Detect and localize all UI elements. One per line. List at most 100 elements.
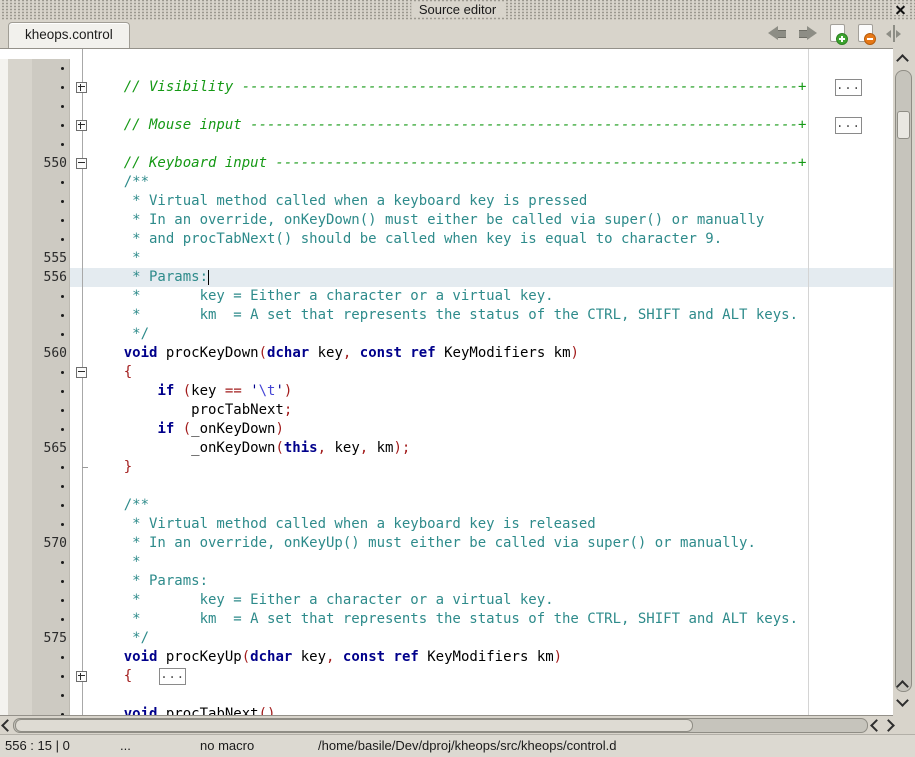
horizontal-scrollbar[interactable] — [0, 717, 915, 733]
editor-row[interactable] — [0, 59, 893, 78]
fold-expand-icon[interactable] — [76, 82, 87, 93]
collapsed-block-icon[interactable]: ... — [835, 79, 862, 96]
code-line[interactable]: */ — [90, 629, 893, 648]
editor-row[interactable]: /** — [0, 173, 893, 192]
editor-row[interactable]: // Visibility --------------------------… — [0, 78, 893, 97]
code-line[interactable]: * — [90, 553, 893, 572]
editor-row[interactable] — [0, 686, 893, 705]
code-line[interactable] — [90, 59, 893, 78]
code-line[interactable]: void procKeyDown(dchar key, const ref Ke… — [90, 344, 893, 363]
scroll-left-icon[interactable] — [1, 719, 14, 732]
editor-row[interactable]: { — [0, 363, 893, 382]
editor-row[interactable]: // Mouse input -------------------------… — [0, 116, 893, 135]
editor-row[interactable]: * km = A set that represents the status … — [0, 610, 893, 629]
fold-expand-icon[interactable] — [76, 671, 87, 682]
editor-row[interactable]: 550 // Keyboard input ------------------… — [0, 154, 893, 173]
editor-row[interactable] — [0, 135, 893, 154]
code-line[interactable]: // Mouse input -------------------------… — [90, 116, 893, 135]
detach-document-icon[interactable] — [886, 25, 901, 42]
code-line[interactable]: // Keyboard input ----------------------… — [90, 154, 893, 173]
scroll-down-icon[interactable] — [896, 694, 909, 707]
code-line[interactable]: * and procTabNext() should be called whe… — [90, 230, 893, 249]
code-editor[interactable]: // Visibility --------------------------… — [0, 48, 893, 716]
code-line[interactable]: // Visibility --------------------------… — [90, 78, 893, 97]
editor-row[interactable]: * Virtual method called when a keyboard … — [0, 515, 893, 534]
scroll-right-icon[interactable] — [882, 719, 895, 732]
code-line[interactable]: * In an override, onKeyDown() must eithe… — [90, 211, 893, 230]
code-line[interactable]: * km = A set that represents the status … — [90, 610, 893, 629]
code-line[interactable]: * km = A set that represents the status … — [90, 306, 893, 325]
code-line[interactable]: void procTabNext() — [90, 705, 893, 716]
editor-row[interactable]: void procKeyUp(dchar key, const ref KeyM… — [0, 648, 893, 667]
collapsed-block-icon[interactable]: ... — [159, 668, 186, 685]
editor-row[interactable]: /** — [0, 496, 893, 515]
scroll-up-icon[interactable] — [896, 54, 909, 67]
editor-row[interactable]: * In an override, onKeyDown() must eithe… — [0, 211, 893, 230]
code-line[interactable]: * key = Either a character or a virtual … — [90, 591, 893, 610]
code-line[interactable]: /** — [90, 496, 893, 515]
horizontal-scroll-track[interactable] — [13, 718, 868, 733]
code-line[interactable]: * Virtual method called when a keyboard … — [90, 515, 893, 534]
close-icon[interactable] — [894, 4, 909, 15]
vertical-scroll-track[interactable] — [895, 70, 912, 692]
collapsed-block-icon[interactable]: ... — [835, 117, 862, 134]
editor-row[interactable]: if (key == '\t') — [0, 382, 893, 401]
editor-row[interactable]: * and procTabNext() should be called whe… — [0, 230, 893, 249]
fold-collapse-icon[interactable] — [76, 367, 87, 378]
next-document-icon[interactable] — [799, 26, 817, 40]
code-line[interactable]: * Params: — [90, 268, 893, 287]
code-line[interactable]: */ — [90, 325, 893, 344]
code-line[interactable]: * In an override, onKeyUp() must either … — [90, 534, 893, 553]
code-line[interactable]: * Params: — [90, 572, 893, 591]
code-line[interactable]: * key = Either a character or a virtual … — [90, 287, 893, 306]
editor-row[interactable]: * km = A set that represents the status … — [0, 306, 893, 325]
editor-row[interactable]: * key = Either a character or a virtual … — [0, 591, 893, 610]
editor-row[interactable]: 556 * Params: — [0, 268, 893, 287]
code-line[interactable]: * Virtual method called when a keyboard … — [90, 192, 893, 211]
fold-expand-icon[interactable] — [76, 120, 87, 131]
code-line[interactable]: { — [90, 363, 893, 382]
vertical-scroll-thumb[interactable] — [897, 111, 910, 139]
new-document-icon[interactable] — [830, 24, 845, 42]
editor-row[interactable] — [0, 97, 893, 116]
editor-row[interactable]: * key = Either a character or a virtual … — [0, 287, 893, 306]
editor-row[interactable]: 560 void procKeyDown(dchar key, const re… — [0, 344, 893, 363]
editor-row[interactable]: */ — [0, 325, 893, 344]
vertical-scrollbar[interactable] — [893, 48, 915, 714]
code-line[interactable]: {... — [90, 667, 893, 686]
editor-row[interactable]: * Params: — [0, 572, 893, 591]
editor-row[interactable]: 555 * — [0, 249, 893, 268]
editor-row[interactable]: if (_onKeyDown) — [0, 420, 893, 439]
code-line[interactable] — [90, 477, 893, 496]
editor-row[interactable]: * Virtual method called when a keyboard … — [0, 192, 893, 211]
code-line[interactable]: if (_onKeyDown) — [90, 420, 893, 439]
code-line[interactable] — [90, 97, 893, 116]
editor-row[interactable]: procTabNext; — [0, 401, 893, 420]
editor-row[interactable]: 565 _onKeyDown(this, key, km); — [0, 439, 893, 458]
editor-row[interactable]: } — [0, 458, 893, 477]
editor-row[interactable]: void procTabNext() — [0, 705, 893, 716]
fold-collapse-icon[interactable] — [76, 158, 87, 169]
code-line[interactable]: void procKeyUp(dchar key, const ref KeyM… — [90, 648, 893, 667]
titlebar[interactable]: Source editor — [0, 0, 915, 20]
fold-gutter — [70, 116, 90, 135]
tab-kheops-control[interactable]: kheops.control — [8, 22, 130, 48]
code-line[interactable] — [90, 135, 893, 154]
code-line[interactable] — [90, 686, 893, 705]
code-line[interactable]: * — [90, 249, 893, 268]
previous-document-icon[interactable] — [768, 26, 786, 40]
window-title: Source editor — [411, 2, 504, 17]
close-document-icon[interactable] — [858, 24, 873, 42]
editor-row[interactable]: {... — [0, 667, 893, 686]
editor-row[interactable]: * — [0, 553, 893, 572]
code-line[interactable]: } — [90, 458, 893, 477]
scroll-left-right-icon[interactable] — [870, 719, 883, 732]
code-line[interactable]: /** — [90, 173, 893, 192]
code-line[interactable]: if (key == '\t') — [90, 382, 893, 401]
code-line[interactable]: procTabNext; — [90, 401, 893, 420]
editor-row[interactable]: 570 * In an override, onKeyUp() must eit… — [0, 534, 893, 553]
code-line[interactable]: _onKeyDown(this, key, km); — [90, 439, 893, 458]
editor-row[interactable] — [0, 477, 893, 496]
horizontal-scroll-thumb[interactable] — [15, 719, 693, 732]
editor-row[interactable]: 575 */ — [0, 629, 893, 648]
